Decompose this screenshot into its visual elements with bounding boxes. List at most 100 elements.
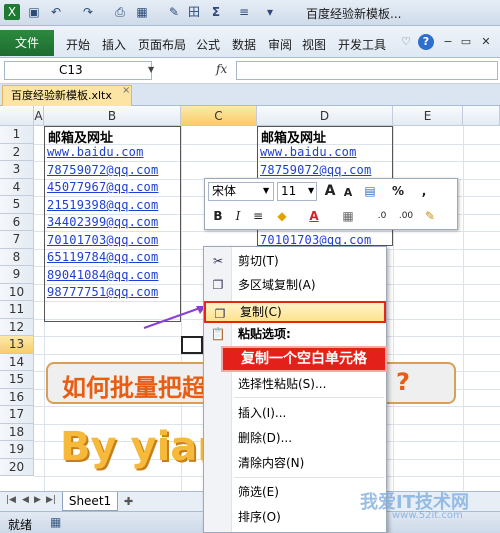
name-box[interactable]: C13 [4, 61, 152, 80]
table-b-item[interactable]: 98777751@qq.com [47, 285, 158, 299]
insert-function-icon[interactable]: fx [216, 62, 227, 76]
row-header-12[interactable]: 12 [0, 318, 34, 336]
menu-item-multi-copy[interactable]: ❐ 多区域复制(A) [204, 274, 386, 296]
undo-icon[interactable]: ↶ [48, 4, 64, 20]
row-header-4[interactable]: 4 [0, 178, 34, 196]
save-icon[interactable]: ▣ [26, 4, 42, 20]
customize-toolbar-icon[interactable]: ▾ [262, 4, 278, 20]
font-color-button[interactable]: A [305, 207, 323, 225]
row-header-1[interactable]: 1 [0, 126, 34, 144]
table-b-item[interactable]: 65119784@qq.com [47, 250, 158, 264]
menu-item-copy[interactable]: ❐ 复制(C) [204, 301, 386, 323]
tab-data[interactable]: 数据 [232, 36, 256, 53]
column-header-b[interactable]: B [44, 106, 181, 126]
grow-font-button[interactable]: A [321, 182, 339, 200]
prev-sheet-icon[interactable]: ◀ [22, 495, 29, 505]
menu-item-sort[interactable]: 排序(O) [204, 506, 386, 528]
tab-page-layout[interactable]: 页面布局 [138, 36, 186, 53]
sheet-tab-sheet1[interactable]: Sheet1 [62, 492, 118, 511]
restore-window-icon[interactable]: ▭ [458, 34, 474, 50]
row-header-7[interactable]: 7 [0, 231, 34, 249]
table-b-item[interactable]: 45077967@qq.com [47, 180, 158, 194]
tab-formulas[interactable]: 公式 [196, 36, 220, 53]
borders-icon[interactable]: ▦ [339, 207, 357, 225]
table-b-item[interactable]: 70101703@qq.com [47, 233, 158, 247]
comma-button[interactable]: , [415, 182, 433, 200]
macro-record-icon[interactable]: ▦ [50, 515, 61, 529]
name-box-dropdown-icon[interactable]: ▼ [148, 65, 154, 74]
menu-item-paste-special[interactable]: 选择性粘贴(S)... [204, 373, 386, 395]
tab-insert[interactable]: 插入 [102, 36, 126, 53]
size-dropdown-icon[interactable]: ▼ [308, 186, 314, 195]
new-sheet-icon[interactable]: ✚ [124, 495, 133, 508]
row-header-5[interactable]: 5 [0, 196, 34, 214]
sum-icon[interactable]: Σ [208, 4, 224, 20]
row-header-19[interactable]: 19 [0, 441, 34, 459]
table-b-item[interactable]: 21519398@qq.com [47, 198, 158, 212]
fill-color-icon[interactable]: ◆ [273, 207, 291, 225]
table-b-item[interactable]: 89041084@qq.com [47, 268, 158, 282]
column-header-c[interactable]: C [181, 106, 257, 126]
accounting-format-icon[interactable]: ▤ [361, 182, 379, 200]
row-header-18[interactable]: 18 [0, 423, 34, 441]
align-center-button[interactable]: ≡ [249, 207, 267, 225]
formula-input[interactable] [236, 61, 498, 80]
tab-developer[interactable]: 开发工具 [338, 36, 386, 53]
tab-view[interactable]: 视图 [302, 36, 326, 53]
row-header-9[interactable]: 9 [0, 266, 34, 284]
minimize-window-icon[interactable]: − [440, 34, 456, 50]
file-tab[interactable]: 文件 [0, 30, 54, 56]
print-preview-icon[interactable]: ⎙ [112, 4, 128, 20]
decrease-decimal-icon[interactable]: .00 [397, 207, 415, 225]
bold-button[interactable]: B [209, 207, 227, 225]
table-b-item[interactable]: www.baidu.com [47, 145, 144, 159]
italic-button[interactable]: I [229, 207, 247, 225]
row-header-15[interactable]: 15 [0, 371, 34, 389]
table-b-item[interactable]: 78759072@qq.com [47, 163, 158, 177]
last-sheet-icon[interactable]: ▶| [46, 495, 56, 505]
font-dropdown-icon[interactable]: ▼ [263, 186, 269, 195]
format-painter-icon[interactable]: ✎ [166, 4, 182, 20]
selected-cell-c13[interactable] [181, 336, 203, 354]
increase-decimal-icon[interactable]: .0 [373, 207, 391, 225]
tab-review[interactable]: 审阅 [268, 36, 292, 53]
workbook-tab[interactable]: 百度经验新模板.xltx [2, 85, 132, 106]
percent-button[interactable]: % [389, 182, 407, 200]
row-header-17[interactable]: 17 [0, 406, 34, 424]
first-sheet-icon[interactable]: |◀ [6, 495, 16, 505]
border-icon[interactable]: 田 [186, 4, 202, 20]
tab-home[interactable]: 开始 [66, 36, 90, 53]
row-header-10[interactable]: 10 [0, 283, 34, 301]
table-icon[interactable]: ▦ [134, 4, 150, 20]
shrink-font-button[interactable]: A [339, 184, 357, 202]
table-b-item[interactable]: 34402399@qq.com [47, 215, 158, 229]
next-sheet-icon[interactable]: ▶ [34, 495, 41, 505]
row-header-20[interactable]: 20 [0, 458, 34, 476]
row-header-6[interactable]: 6 [0, 213, 34, 231]
align-icon[interactable]: ≡ [236, 4, 252, 20]
row-header-11[interactable]: 11 [0, 301, 34, 319]
menu-item-delete[interactable]: 删除(D)... [204, 427, 386, 449]
redo-icon[interactable]: ↷ [80, 4, 96, 20]
row-header-13[interactable]: 13 [0, 336, 34, 354]
minimize-ribbon-icon[interactable]: ♡ [398, 34, 414, 50]
table-d-item[interactable]: www.baidu.com [260, 145, 357, 159]
table-d-item[interactable]: 70101703@qq.com [260, 233, 371, 247]
row-header-14[interactable]: 14 [0, 353, 34, 371]
select-all-corner[interactable] [0, 106, 34, 126]
menu-item-clear-contents[interactable]: 清除内容(N) [204, 452, 386, 474]
menu-item-insert[interactable]: 插入(I)... [204, 402, 386, 424]
help-icon[interactable]: ? [418, 34, 434, 50]
column-header-a[interactable]: A [34, 106, 44, 126]
column-header-f[interactable] [463, 106, 500, 126]
row-header-16[interactable]: 16 [0, 388, 34, 406]
menu-item-cut[interactable]: ✂ 剪切(T) [204, 250, 386, 272]
close-window-icon[interactable]: ✕ [478, 34, 494, 50]
format-painter-brush-icon[interactable]: ✎ [421, 207, 439, 225]
column-header-e[interactable]: E [393, 106, 463, 126]
row-header-8[interactable]: 8 [0, 248, 34, 266]
row-header-3[interactable]: 3 [0, 161, 34, 179]
column-header-d[interactable]: D [257, 106, 393, 126]
table-d-item[interactable]: 78759072@qq.com [260, 163, 371, 177]
row-header-2[interactable]: 2 [0, 143, 34, 161]
